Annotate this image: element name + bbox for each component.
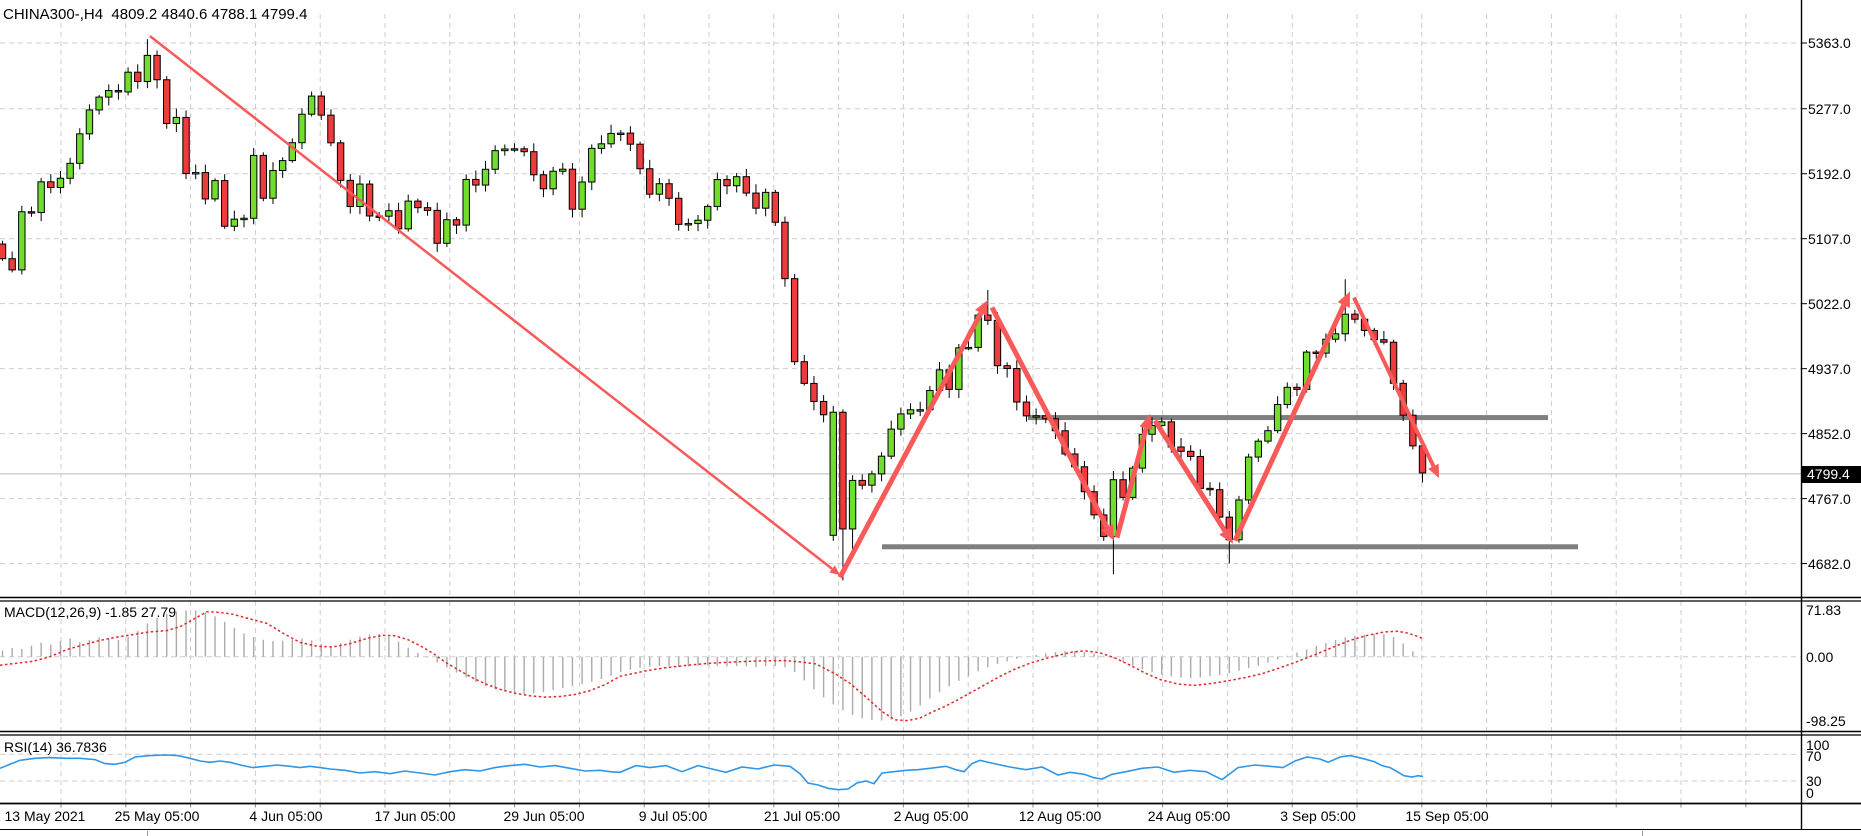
- time-axis-label[interactable]: 24 Aug 05:00: [1148, 808, 1231, 824]
- panel-borders: [0, 0, 1861, 829]
- price-axis-label: 4682.0: [1808, 556, 1851, 572]
- candlestick-series: [0, 39, 1426, 580]
- ohlc-values-label: 4809.2 4840.6 4788.1 4799.4: [111, 6, 307, 23]
- time-axis-label[interactable]: 2 Aug 05:00: [894, 808, 969, 824]
- trading-chart-window: CHINA300-,H4 4809.2 4840.6 4788.1 4799.4…: [0, 0, 1861, 836]
- support-line[interactable]: [882, 544, 1578, 549]
- time-axis-label[interactable]: 4 Jun 05:00: [249, 808, 322, 824]
- rsi-axis-label: 70: [1806, 748, 1822, 764]
- time-axis-label[interactable]: 9 Jul 05:00: [639, 808, 708, 824]
- price-axis-label: 5192.0: [1808, 166, 1851, 182]
- trend-arrow-6[interactable]: [1235, 305, 1344, 541]
- macd-panel: [0, 610, 1423, 720]
- macd-axis-label: 71.83: [1806, 602, 1841, 618]
- trend-arrow-2[interactable]: [840, 313, 981, 577]
- price-axis-label: 4767.0: [1808, 491, 1851, 507]
- price-axis-label: 4937.0: [1808, 361, 1851, 377]
- time-axis-label[interactable]: 29 Jun 05:00: [504, 808, 585, 824]
- time-axis-label[interactable]: 25 May 05:00: [115, 808, 200, 824]
- price-axis-label: 5107.0: [1808, 231, 1851, 247]
- resistance-line[interactable]: [1028, 415, 1548, 420]
- macd-indicator-label: MACD(12,26,9) -1.85 27.79: [4, 604, 176, 620]
- statusbar-divider: [147, 831, 148, 836]
- symbol-timeframe-label: CHINA300-,H4: [3, 6, 103, 23]
- time-axis-label[interactable]: 13 May 2021: [5, 808, 86, 824]
- rsi-indicator-label: RSI(14) 36.7836: [4, 739, 107, 755]
- chart-title: CHINA300-,H4 4809.2 4840.6 4788.1 4799.4: [3, 6, 307, 23]
- time-axis-label[interactable]: 12 Aug 05:00: [1019, 808, 1102, 824]
- time-axis-label[interactable]: 3 Sep 05:00: [1280, 808, 1356, 824]
- macd-axis-label: 0.00: [1806, 649, 1833, 665]
- trend-arrow-5[interactable]: [1155, 421, 1225, 531]
- price-axis-label: 5363.0: [1808, 35, 1851, 51]
- rsi-panel: [0, 755, 1423, 790]
- time-axis-label[interactable]: 17 Jun 05:00: [375, 808, 456, 824]
- statusbar-divider: [1642, 831, 1643, 836]
- price-axis-label: 5277.0: [1808, 101, 1851, 117]
- current-price-tag: 4799.4: [1802, 466, 1861, 483]
- trend-arrow-1[interactable]: [150, 36, 832, 569]
- rsi-axis-label: 0: [1806, 785, 1814, 801]
- time-axis-label[interactable]: 21 Jul 05:00: [764, 808, 840, 824]
- chart-canvas[interactable]: [0, 0, 1861, 836]
- macd-axis-label: -98.25: [1806, 713, 1846, 729]
- price-axis-label: 4852.0: [1808, 426, 1851, 442]
- rsi-line: [0, 755, 1423, 790]
- price-axis-label: 5022.0: [1808, 296, 1851, 312]
- status-bar: [0, 829, 1861, 836]
- time-axis-label[interactable]: 15 Sep 05:00: [1405, 808, 1488, 824]
